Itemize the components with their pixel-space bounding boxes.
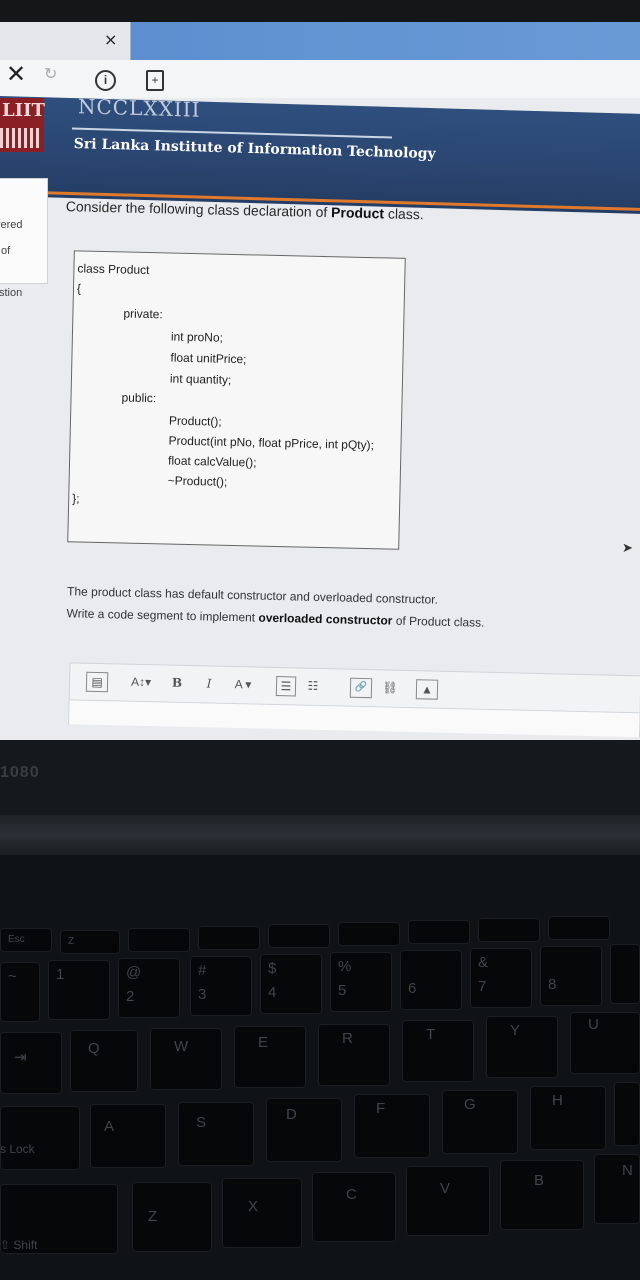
key-caps-lock: s Lock [0,1106,80,1170]
question-description: The product class has default constructo… [66,584,439,607]
key-6: 6 [400,950,462,1010]
key-1: 1 [48,960,110,1020]
key-esc: Esc [0,928,52,952]
key-f: F [354,1094,430,1158]
key-f3 [198,926,260,950]
code-line: int quantity; [169,371,232,387]
key-u: U [570,1012,640,1074]
code-line: ~Product(); [167,473,228,489]
key-f4 [268,924,330,948]
key-w: W [150,1028,222,1090]
code-listing: class Product { private: int proNo; floa… [67,250,406,550]
question-task: Write a code segment to implement overlo… [66,606,484,629]
bullet-list-icon[interactable]: ☰ [275,676,297,697]
code-line: class Product [77,261,150,278]
intro-suffix: class. [383,205,424,223]
key-f5 [338,922,400,946]
key-c: C [312,1172,396,1242]
code-line: int proNo; [170,329,224,345]
key-f6 [408,920,470,944]
answer-text-area[interactable] [69,699,640,738]
mouse-cursor-icon: ➤ [622,540,633,555]
code-line: Product(); [168,413,222,429]
key-s: S [178,1102,254,1166]
key-h: H [530,1086,606,1150]
key-5: % 5 [330,952,392,1012]
answer-editor: ▤ A↕▾ B I A ▾ ☰ ☷ 🔗 ⛓ ▲ [68,662,640,738]
key-t: T [402,1020,474,1082]
unlink-icon[interactable]: ⛓ [380,678,400,696]
key-r: R [318,1024,390,1086]
key-y: Y [486,1016,558,1078]
code-line: }; [72,491,80,506]
model-badge: 1080 [0,764,40,781]
question-intro: Consider the following class declaration… [66,198,424,222]
monitor-screen: × ✕ ↻ i + LIIT NCCLXXIII Sri Lanka Insti… [0,0,640,740]
key-x: X [222,1178,302,1248]
key-z: Z [132,1182,212,1252]
intro-text: Consider the following class declaration… [65,198,332,221]
key-d: D [266,1098,342,1162]
key-n: N [594,1154,640,1224]
key-4: $4 [260,954,322,1014]
task-suffix: of Product class. [392,613,485,630]
code-line: Product(int pNo, float pPrice, int pQty)… [168,433,375,453]
font-size-button[interactable]: A↕▾ [126,673,156,692]
font-color-button[interactable]: A ▾ [228,675,258,694]
format-icon[interactable]: ▤ [85,671,109,693]
bold-button[interactable]: B [168,674,186,692]
key-shift: ⇧ Shift [0,1184,118,1254]
key-f8 [548,916,610,940]
key-e: E [234,1026,306,1088]
task-emphasis: overloaded constructor [258,610,393,628]
key-b: B [500,1160,584,1230]
code-line: private: [123,306,163,322]
code-line: { [76,281,82,296]
key-a: A [90,1104,166,1168]
key-q: Q [70,1030,138,1092]
key-g: G [442,1090,518,1154]
key-7: & 7 [470,948,532,1008]
link-icon[interactable]: 🔗 [349,677,373,699]
code-line: float calcValue(); [167,453,257,470]
code-line: public: [121,390,157,406]
key-tilde: ~ [0,962,40,1022]
intro-class-name: Product [330,204,385,222]
code-line: float unitPrice; [170,350,247,367]
key-f7 [478,918,540,942]
key-3: #3 [190,956,252,1016]
key-f1: Z [60,930,120,954]
key-v: V [406,1166,490,1236]
task-text: Write a code segment to implement [66,606,259,625]
image-icon[interactable]: ▲ [415,679,439,700]
key-9 [610,944,640,1004]
question-content: Consider the following class declaration… [0,0,640,740]
italic-button[interactable]: I [200,674,218,692]
key-tab: ⇥ [0,1032,62,1094]
key-f2 [128,928,190,952]
key-8: 8 [540,946,602,1006]
numbered-list-icon[interactable]: ☷ [304,677,322,695]
key-j [614,1082,640,1146]
laptop-hinge [0,815,640,855]
key-2: @2 [118,958,180,1018]
